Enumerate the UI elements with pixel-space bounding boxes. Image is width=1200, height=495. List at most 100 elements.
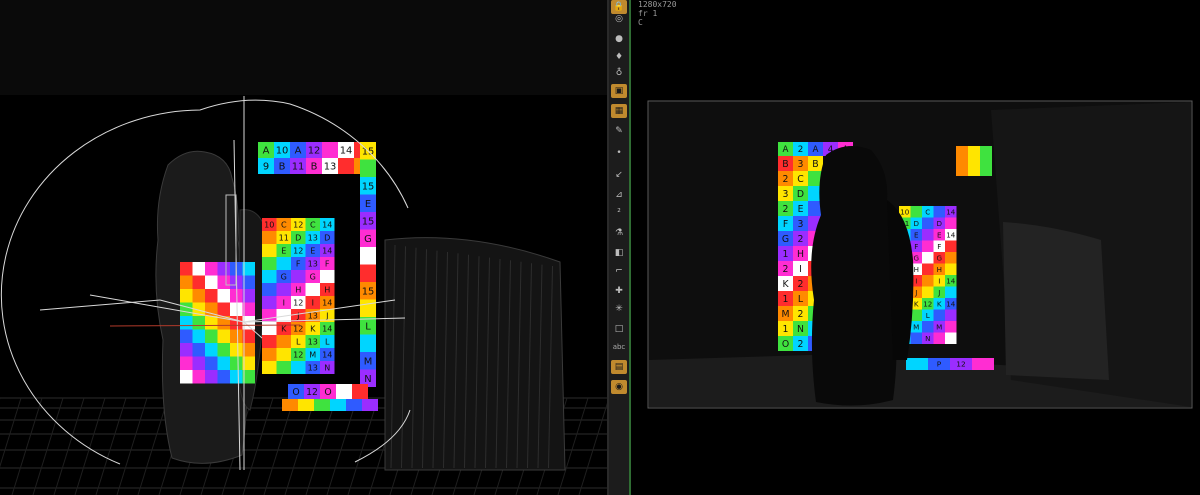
checker-cell (291, 361, 306, 374)
checker-cell (933, 206, 945, 218)
checker-label: C (797, 174, 804, 185)
checker-cell (922, 321, 934, 333)
checker-cell (314, 399, 330, 411)
checker-label: K (937, 299, 942, 308)
checker-label: 1 (783, 294, 789, 305)
3d-viewport[interactable]: A 10 A 12 14 9 B 11 B 13 15 15 E 15 G 15 L M N 10 C 12 C 14 11 D 1… (0, 0, 607, 495)
checker-cell (180, 356, 193, 370)
pin-icon[interactable]: ♁ (611, 66, 627, 80)
checker-label: 12 (293, 220, 303, 229)
checker-label: 13 (308, 337, 318, 346)
checker-label: K (782, 279, 789, 290)
checker-label: 3 (798, 159, 804, 170)
checker-label: 1 (783, 324, 789, 335)
checker-cell (262, 257, 277, 270)
dot-icon-glyph: • (616, 147, 622, 158)
checker-label: 2 (783, 264, 789, 275)
checker-cell (360, 264, 376, 282)
checker-cell (217, 370, 230, 384)
pen-icon[interactable]: ✎ (611, 124, 627, 138)
checker-label: 11 (292, 162, 305, 173)
checker-label: 12 (293, 324, 303, 333)
target-icon[interactable]: ◎ (611, 12, 627, 26)
bulb-icon[interactable]: ♦ (611, 50, 627, 64)
checker-label: F (914, 242, 918, 251)
checker-label: D (295, 233, 301, 242)
checker-label: G (310, 272, 316, 281)
checker-cell (217, 302, 230, 316)
exponent-icon[interactable]: ² (611, 206, 627, 220)
checker-cell (205, 316, 218, 330)
camera-view-icon[interactable]: ▣ (611, 84, 627, 98)
checker-label: 14 (946, 207, 956, 216)
checker-label: F (937, 242, 941, 251)
checker-label: 12 (293, 298, 303, 307)
checker-label: 15 (362, 182, 375, 193)
camera-view-icon-glyph: ▣ (614, 85, 624, 96)
checker-label: 10 (264, 220, 274, 229)
locator-icon[interactable]: ◉ (611, 380, 627, 394)
crop-icon[interactable]: ⌐ (611, 264, 627, 278)
checker-label: 2 (783, 204, 789, 215)
crop-icon-glyph: ⌐ (615, 265, 623, 276)
flask-icon[interactable]: ⚗ (611, 226, 627, 240)
checker-cell (205, 275, 218, 289)
square-icon[interactable]: □ (611, 322, 627, 336)
checker-label: 14 (946, 276, 956, 285)
checker-cell (291, 270, 306, 283)
checker-label: J (914, 288, 917, 297)
checker-cell (262, 244, 277, 257)
checker-cell (956, 146, 968, 176)
checker-cell (305, 283, 320, 296)
checker-label: A (783, 145, 789, 155)
checker-label: 10 (276, 146, 289, 157)
checker-label: 2 (798, 309, 804, 320)
bulb-icon-glyph: ♦ (614, 51, 624, 62)
bucket-icon-glyph: ◧ (614, 247, 624, 258)
checker-cell (230, 370, 243, 384)
sphere-light-icon[interactable]: ● (611, 32, 627, 46)
target-icon-glyph: ◎ (615, 13, 623, 24)
arrow-icon[interactable]: ↙ (611, 168, 627, 182)
checker-label: H (324, 285, 330, 294)
checker-cell (230, 343, 243, 357)
checker-label: D (914, 219, 920, 228)
exponent-icon-glyph: ² (617, 207, 621, 218)
checker-label: K (914, 299, 919, 308)
checker-label: O (782, 339, 789, 350)
render-viewer[interactable]: 1280x720 fr 1 C A2A4AB3B2C3D2EF3G21H2IK2… (631, 0, 1200, 495)
checker-cell (338, 158, 354, 174)
text-abc-icon[interactable]: abc (611, 340, 627, 354)
checker-cell (910, 206, 922, 218)
checker-label: C (925, 207, 930, 216)
checker-cell (968, 146, 980, 176)
checker-label: M (913, 322, 919, 331)
checker-label: 2 (798, 279, 804, 290)
star-icon[interactable]: ✳ (611, 302, 627, 316)
viewport-scene[interactable]: A 10 A 12 149 B 11 B 131515E15G15LMN10 C 12 C 1411 D 1… (0, 0, 607, 495)
eyedropper-icon[interactable]: ⊿ (611, 188, 627, 202)
checker-label: M (936, 322, 942, 331)
checker-cell (360, 299, 376, 317)
dot-icon[interactable]: • (611, 146, 627, 160)
checker-cell (298, 399, 314, 411)
checker-label: 2 (783, 174, 789, 185)
checker-label: M (309, 350, 316, 359)
checker-label: 15 (362, 287, 375, 298)
checker-icon[interactable]: ▦ (611, 104, 627, 118)
checker-label: 13 (308, 363, 318, 372)
crosshair-icon[interactable]: ✚ (611, 284, 627, 298)
checker-cell (262, 309, 277, 322)
checker-label: F (325, 259, 330, 268)
checker-label: G (782, 234, 789, 245)
checker-label: H (797, 249, 804, 260)
checker-label: 3 (798, 219, 804, 230)
checker-label: 13 (308, 259, 318, 268)
checker-cell (945, 309, 957, 321)
checker-cell (330, 399, 346, 411)
checker-label: B (279, 162, 286, 173)
checker-cell (922, 263, 934, 275)
render-icon[interactable]: ▤ (611, 360, 627, 374)
bucket-icon[interactable]: ◧ (611, 246, 627, 260)
checker-cell (276, 361, 291, 374)
